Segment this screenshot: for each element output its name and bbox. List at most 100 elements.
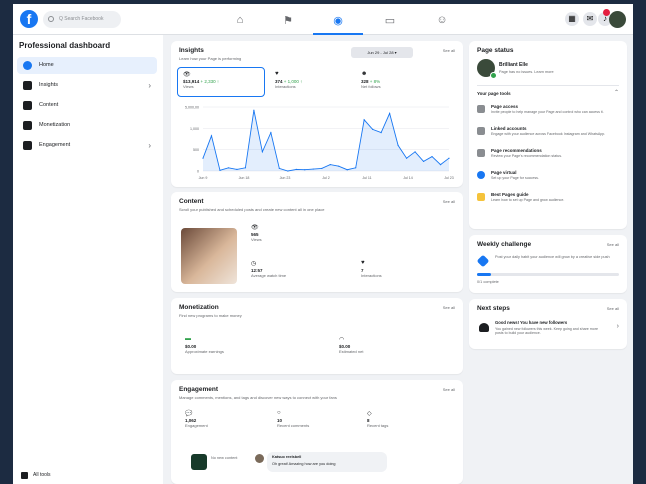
tool-desc: Review your Page's recommendation status… (491, 154, 562, 158)
tool-desc: Learn how to set up Page and grow audien… (491, 198, 565, 202)
book-icon (477, 193, 485, 201)
content-title: Content (179, 198, 204, 205)
comment-bubble[interactable]: Katsuo reelsbell Oh great! Amazing how a… (255, 452, 387, 472)
nav-tab-video[interactable]: ▭ (365, 8, 415, 32)
chart-point (295, 168, 297, 170)
weekly-progress-fill (477, 273, 492, 276)
insights-chart: 5,000,00 1,000 500 0Jun 9 Jun 18 Jun 23 Jul 2 J… (185, 106, 454, 181)
tool-page-recommendations[interactable]: Page recommendations Review your Page's … (477, 147, 611, 165)
messenger-icon[interactable]: ✉ (583, 12, 597, 26)
sidebar-item-insights[interactable]: Insights › (17, 77, 157, 94)
divider (477, 85, 619, 86)
emoji-icon: ☺ (436, 14, 448, 26)
chevron-right-icon[interactable]: › (617, 323, 619, 330)
content-card: Content Scroll your published and schedu… (171, 192, 463, 292)
post-thumbnail-image[interactable] (181, 228, 237, 284)
next-steps-see-all[interactable]: See all (607, 306, 619, 311)
avatar[interactable] (609, 11, 626, 28)
metric-label: Interactions (275, 84, 296, 89)
weekly-text: Post your daily habit your audience will… (495, 255, 610, 259)
tool-linked-accounts[interactable]: Linked accounts Engage with your audienc… (477, 125, 611, 143)
insights-see-all[interactable]: See all (443, 48, 455, 53)
money-icon: ▬ (185, 336, 191, 342)
engagement-see-all[interactable]: See all (443, 387, 455, 392)
insights-subtitle: Learn how your Page is performing (179, 56, 242, 61)
star-icon (477, 149, 485, 157)
content-icon (23, 101, 32, 110)
pages-icon: ◉ (333, 15, 343, 27)
chart-point (278, 167, 280, 170)
tool-desc: Engage with your audience across Faceboo… (491, 132, 606, 136)
chart-point (355, 167, 357, 169)
sidebar-item-home[interactable]: Home (17, 57, 157, 74)
sidebar-item-content[interactable]: Content (17, 97, 157, 114)
tool-page-access[interactable]: Page access Invite people to help manage… (477, 103, 611, 121)
content-metric-interactions: ♥ 7 Interactions (361, 260, 382, 278)
chart-point (210, 135, 213, 137)
search-placeholder: Q Search Facebook (59, 16, 104, 22)
facebook-logo-icon[interactable]: f (20, 10, 38, 28)
nav-tab-flag[interactable]: ⚑ (263, 8, 313, 32)
top-navigation-bar: f Q Search Facebook ⌂ ⚑ ◉ ▭ ☺ ▦ ✉ ♪ (13, 4, 633, 35)
monetization-subtitle: Find new programs to make money (179, 313, 242, 318)
nav-tab-pages[interactable]: ◉ (313, 8, 363, 35)
tool-title: Page access (491, 104, 519, 109)
search-input[interactable]: Q Search Facebook (43, 11, 121, 28)
insights-title: Insights (179, 47, 204, 54)
tag-icon: ◇ (367, 411, 372, 417)
monetization-see-all[interactable]: See all (443, 305, 455, 310)
sidebar-item-engagement[interactable]: Engagement › (17, 137, 157, 154)
home-icon (23, 61, 32, 70)
next-step-title: Good news! You have new followers (495, 320, 568, 325)
tool-title: Linked accounts (491, 126, 527, 131)
sidebar-item-label: Monetization (39, 122, 71, 128)
chart-point (380, 132, 382, 134)
post-thumbnail-image[interactable] (191, 454, 207, 470)
eye-icon: 👁 (251, 225, 259, 231)
chart-point (270, 132, 272, 134)
tool-desc: Invite people to help manage your Page a… (491, 110, 604, 114)
tools-icon (21, 472, 28, 479)
y-tick-label: 1,000 (190, 127, 199, 131)
engagement-title: Engagement (179, 386, 219, 393)
metric-label: Views (183, 84, 194, 89)
page-name: Brilliant Elle (499, 62, 528, 68)
metric-delta: + 2,330 ↑ (200, 79, 220, 84)
status-check-icon (490, 72, 497, 79)
monetization-metric-net[interactable]: ◠ $0.00 Estimated net (339, 336, 363, 354)
menu-grid-icon[interactable]: ▦ (565, 12, 579, 26)
engagement-metric-total[interactable]: 💬 1,062 Engagement (185, 410, 208, 428)
nav-tab-home[interactable]: ⌂ (215, 8, 265, 32)
metric-label: Estimated net (339, 349, 364, 354)
tool-best-pages-guide[interactable]: Best Pages guide Learn how to set up Pag… (477, 191, 611, 209)
sidebar-item-monetization[interactable]: Monetization (17, 117, 157, 134)
search-icon (48, 16, 54, 22)
metric-interactions[interactable]: ♥ 374 + 1,000 ↑ Interactions (275, 71, 302, 89)
tool-page-virtual[interactable]: Page virtual Set up your Page for succes… (477, 169, 611, 187)
x-tick-label: Jul 2 (322, 176, 330, 180)
metric-label: Average watch time (251, 273, 287, 278)
engagement-metric-tags[interactable]: ◇ 8 Recent tags (367, 410, 388, 428)
chevron-up-icon[interactable]: ⌃ (614, 89, 619, 96)
sidebar-item-label: Content (39, 102, 59, 108)
user-icon: ☻ (361, 71, 368, 77)
engagement-metric-comments[interactable]: ○ 10 Recent comments (277, 410, 309, 428)
x-tick-label: Jun 23 (280, 176, 291, 180)
sidebar-item-label: Engagement (39, 142, 71, 148)
comment-icon: 💬 (185, 411, 193, 417)
page-tools-label: Your page tools (477, 91, 511, 96)
x-tick-label: Jun 18 (239, 176, 250, 180)
monetization-metric-earnings[interactable]: ▬ $0.00 Approximate earnings (185, 336, 224, 354)
date-range-select[interactable]: Jun 29 - Jul 28 ▾ (351, 47, 413, 58)
home-icon: ⌂ (236, 14, 244, 26)
content-see-all[interactable]: See all (443, 199, 455, 204)
clock-icon: ◷ (251, 261, 257, 267)
weekly-see-all[interactable]: See all (607, 242, 619, 247)
all-tools-link[interactable]: All tools (21, 470, 51, 480)
metric-follows[interactable]: ☻ 328 + 8% Net follows (361, 71, 381, 89)
chart-point (244, 167, 247, 169)
nav-tab-emoji[interactable]: ☺ (417, 8, 467, 32)
weekly-progress-bar (477, 273, 619, 276)
avatar (255, 454, 264, 463)
chart-point (312, 168, 314, 170)
